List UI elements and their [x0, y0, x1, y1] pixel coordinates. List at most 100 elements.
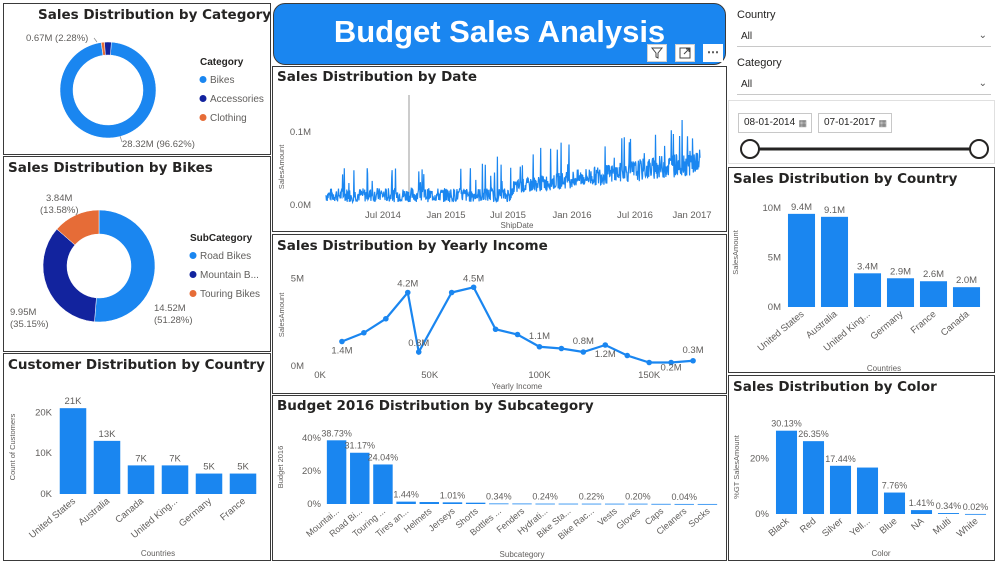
country-slicer: Country All ⌄: [731, 3, 995, 49]
income-line-chart: 0M 5M 0K 50K 100K 150K 1.4M 4.2M 0.8M 4.5M 1.1M 0.8…: [277, 273, 704, 391]
x-tick-label: White: [955, 516, 981, 540]
bikes-donut-panel: Sales Distribution by Bikes 3.84M (13.58%…: [3, 156, 271, 352]
data-label: 0.3M: [682, 345, 703, 356]
bar: [419, 502, 440, 504]
customer-bar-chart: 0K10K20K21KUnited States13KAustralia7KCa…: [8, 396, 257, 558]
x-tick-label: France: [218, 496, 248, 523]
slider-start-handle[interactable]: [740, 139, 760, 159]
bar: [229, 473, 257, 494]
y-tick-label: 0.1M: [290, 127, 311, 138]
legend-marker: [199, 76, 207, 83]
data-label: 17.44%: [825, 454, 856, 464]
x-tick-label: Red: [798, 516, 818, 536]
date-range-slider[interactable]: [729, 101, 995, 164]
x-tick-label: Blue: [878, 516, 900, 537]
data-point: [646, 359, 652, 366]
category-donut-panel: Sales Distribution by Category 0.67M (2.…: [3, 3, 271, 155]
y-axis-title: SalesAmount: [277, 292, 286, 338]
color-bar-chart: 0% 20% 30.13% Black 26.35% Red 17.44% Silver Yel…: [732, 419, 988, 558]
country-bar-panel: Sales Distribution by Country 0M 5M 10M 9.4…: [728, 167, 995, 373]
data-label: 4.2M: [397, 279, 418, 290]
data-label: 2.6M: [923, 269, 944, 280]
data-point: [580, 349, 587, 355]
y-axis-title: SalesAmount: [731, 229, 740, 275]
budget-bar-chart: 0%20%40% 38.73%Mountai...31.17%Road Bi...…: [276, 428, 718, 559]
data-label: 2.9M: [890, 266, 911, 277]
data-label: 9.4M: [791, 202, 812, 213]
color-bar-panel: Sales Distribution by Color 0% 20% 30.13% B…: [728, 375, 995, 561]
more-options-icon[interactable]: ⋯: [703, 44, 723, 62]
y-axis-title: Budget 2016: [276, 446, 285, 489]
data-point: [690, 357, 696, 364]
bar: [489, 503, 509, 505]
y-tick-label: 0M: [768, 302, 781, 313]
data-label: 0.34%: [486, 491, 512, 501]
y-tick-label: 0%: [307, 499, 321, 510]
data-label: 1.41%: [909, 498, 935, 508]
data-point: [383, 315, 389, 322]
focus-mode-icon[interactable]: [675, 44, 695, 62]
x-axis-title: Countries: [141, 549, 175, 558]
x-tick-label: Jul 2016: [617, 210, 653, 221]
y-axis-title: SalesAmount: [277, 144, 286, 190]
x-tick-label: Jan 2016: [552, 210, 591, 221]
data-point: [415, 349, 422, 355]
chevron-down-icon: ⌄: [978, 30, 987, 41]
date-line-panel: Sales Distribution by Date 0.1M 0.0M Jul 2…: [272, 66, 727, 232]
data-point: [339, 338, 345, 345]
data-point: [404, 289, 411, 296]
data-label: 1.1M: [529, 331, 550, 342]
legend-label: Road Bikes: [200, 251, 251, 262]
y-tick-label: 5M: [768, 252, 781, 263]
donut-slice: [59, 41, 157, 139]
date-line-chart: 0.1M 0.0M Jul 2014 Jan 2015 Jul 2015 Jan 2016…: [277, 95, 712, 230]
category-donut-chart: 0.67M (2.28%) 28.32M (96.62%) Category Bike…: [26, 33, 264, 150]
data-label: 4.5M: [463, 273, 484, 284]
filter-icon[interactable]: [647, 44, 667, 62]
x-tick-label: Germany: [177, 496, 214, 530]
series-line: [325, 119, 701, 205]
series-line: [341, 285, 694, 364]
bar: [161, 465, 189, 494]
country-dropdown[interactable]: All ⌄: [737, 28, 991, 47]
x-tick-label: Jul 2014: [365, 210, 401, 221]
bar: [952, 287, 981, 307]
bar: [373, 464, 393, 504]
data-point: [514, 331, 521, 338]
data-label: 24.04%: [368, 452, 399, 462]
x-tick-label: 0K: [314, 370, 326, 381]
slider-end-handle[interactable]: [969, 139, 989, 159]
data-label: 1.44%: [393, 490, 419, 500]
chevron-down-icon: ⌄: [978, 78, 987, 89]
data-label: 0.22%: [579, 492, 605, 502]
donut-slice: [42, 228, 97, 323]
y-tick-label: 0%: [755, 509, 769, 520]
data-label: 5K: [237, 462, 249, 473]
x-axis-title: Subcategory: [500, 550, 545, 559]
bar: [829, 465, 852, 514]
data-label: 21K: [65, 396, 83, 407]
slicer-title: Country: [737, 9, 776, 21]
bar: [883, 492, 906, 514]
category-dropdown[interactable]: All ⌄: [737, 76, 991, 95]
data-label: 13K: [99, 429, 117, 440]
data-point: [361, 329, 367, 336]
data-label: 3.4M: [857, 261, 878, 272]
data-label: (35.15%): [10, 319, 49, 330]
data-label: 38.73%: [321, 428, 352, 438]
bar: [628, 503, 648, 505]
legend-label: Mountain B...: [200, 270, 259, 281]
legend-marker: [199, 114, 207, 121]
donut-slice: [94, 209, 156, 323]
bar: [964, 513, 987, 515]
data-label: 5K: [203, 462, 215, 473]
leader-line: [93, 37, 98, 43]
data-label: 0.8M: [573, 336, 594, 347]
data-label: 0.04%: [671, 492, 697, 502]
budget-bar-panel: Budget 2016 Distribution by Subcategory …: [272, 395, 727, 561]
y-tick-label: 10M: [763, 203, 782, 214]
bar: [674, 503, 694, 505]
legend-title: Category: [200, 57, 244, 68]
x-tick-label: 100K: [528, 370, 551, 381]
legend-label: Clothing: [210, 113, 247, 124]
